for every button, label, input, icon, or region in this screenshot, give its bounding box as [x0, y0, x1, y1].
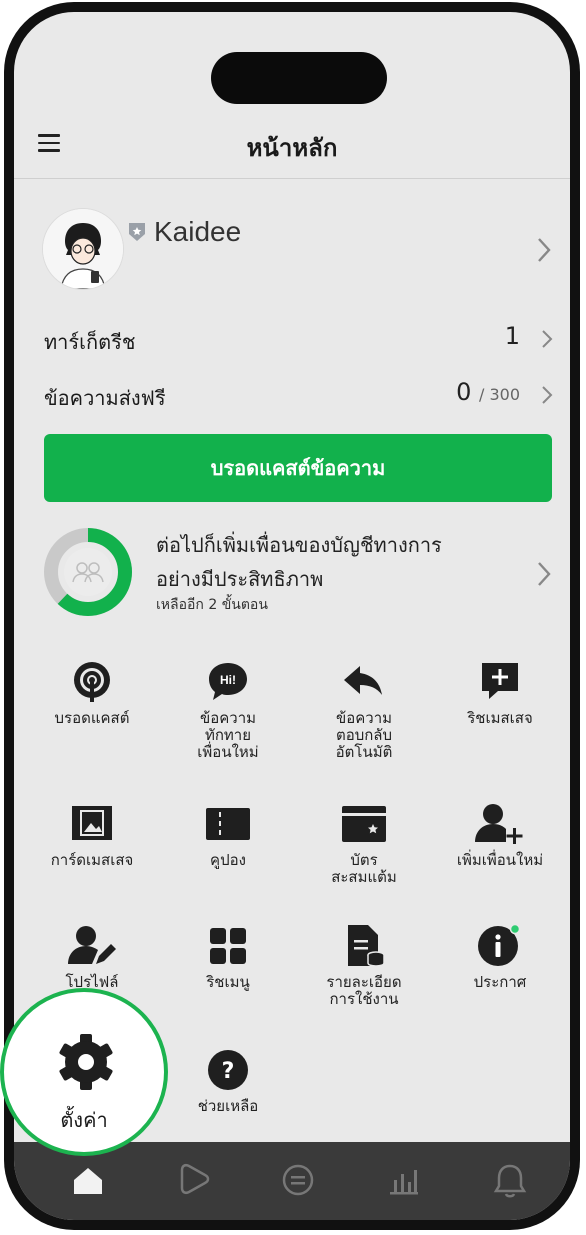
menu-item-rich-message[interactable]: ริชเมสเสจ: [436, 660, 564, 727]
rich-message-icon: [482, 663, 518, 699]
menu-item-profile[interactable]: โปรไฟล์: [28, 924, 156, 991]
profile-icon: [68, 926, 116, 964]
greeting-icon: Hi!: [209, 663, 247, 700]
free-messages-label: ข้อความส่งฟรี: [44, 386, 166, 410]
home-icon[interactable]: [66, 1158, 110, 1202]
account-name: Kaidee: [154, 216, 242, 247]
progress-ring: [44, 528, 132, 616]
menu-item-help[interactable]: ? ช่วยเหลือ: [164, 1048, 292, 1115]
free-messages-row[interactable]: ข้อความส่งฟรี 0 / 300: [44, 376, 554, 416]
menu-item-greeting[interactable]: Hi! ข้อความ ทักทาย เพื่อนใหม่: [164, 660, 292, 761]
progress-subtitle: เหลืออีก 2 ขั้นตอน: [156, 597, 268, 613]
menu-item-announcement[interactable]: ประกาศ: [436, 924, 564, 991]
dynamic-island: [211, 52, 387, 104]
info-icon: [478, 924, 521, 966]
header: หน้าหลัก: [14, 112, 570, 179]
play-icon[interactable]: [170, 1158, 214, 1202]
usage-icon: [348, 925, 385, 967]
avatar[interactable]: [42, 208, 124, 290]
setup-progress-card[interactable]: ต่อไปก็เพิ่มเพื่อนของบัญชีทางการอย่างมีป…: [42, 526, 552, 622]
chevron-right-icon: [542, 330, 553, 348]
menu-item-reward-card[interactable]: บัตร สะสมแต้ม: [300, 802, 428, 886]
page-title: หน้าหลัก: [246, 134, 338, 162]
chevron-right-icon: [542, 386, 553, 404]
menu-item-broadcast[interactable]: บรอดแคสต์: [28, 660, 156, 727]
menu-item-coupon[interactable]: คูปอง: [164, 802, 292, 869]
broadcast-icon: [74, 662, 110, 702]
settings-label: ตั้งค่า: [60, 1108, 108, 1132]
add-friend-icon: [475, 804, 523, 844]
broadcast-message-button[interactable]: บรอดแคสต์ข้อความ: [44, 434, 552, 502]
chevron-right-icon: [538, 562, 551, 586]
svg-text:Hi!: Hi!: [220, 673, 236, 687]
card-message-icon: [72, 806, 112, 840]
insight-icon[interactable]: [382, 1158, 426, 1202]
reply-icon: [344, 666, 382, 695]
target-reach-label: ทาร์เก็ตรีช: [44, 330, 136, 354]
menu-item-rich-menu[interactable]: ริชเมนู: [164, 924, 292, 991]
settings-button[interactable]: ตั้งค่า: [0, 988, 168, 1156]
target-reach-row[interactable]: ทาร์เก็ตรีช 1: [44, 320, 554, 360]
free-messages-value: 0 / 300: [456, 378, 520, 406]
help-icon: ?: [208, 1050, 248, 1090]
progress-title: ต่อไปก็เพิ่มเพื่อนของบัญชีทางการอย่างมีป…: [156, 533, 442, 591]
target-reach-value: 1: [504, 322, 520, 350]
coupon-icon: [206, 808, 250, 840]
menu-item-auto-reply[interactable]: ข้อความ ตอบกลับ อัตโนมัติ: [300, 660, 428, 761]
notification-dot: [509, 924, 521, 935]
profile-row[interactable]: Kaidee: [42, 208, 551, 292]
chevron-right-icon: [538, 238, 551, 262]
rich-menu-icon: [210, 928, 246, 964]
menu-item-usage[interactable]: รายละเอียด การใช้งาน: [300, 924, 428, 1008]
menu-item-add-friend[interactable]: เพิ่มเพื่อนใหม่: [436, 802, 564, 869]
menu-item-card-message[interactable]: การ์ดเมสเสจ: [28, 802, 156, 869]
reward-card-icon: [342, 806, 386, 842]
gear-icon: [59, 1034, 113, 1090]
svg-text:?: ?: [222, 1059, 235, 1084]
bell-icon[interactable]: [488, 1158, 532, 1202]
chat-icon[interactable]: [276, 1158, 320, 1202]
verified-badge-icon: [129, 223, 145, 241]
